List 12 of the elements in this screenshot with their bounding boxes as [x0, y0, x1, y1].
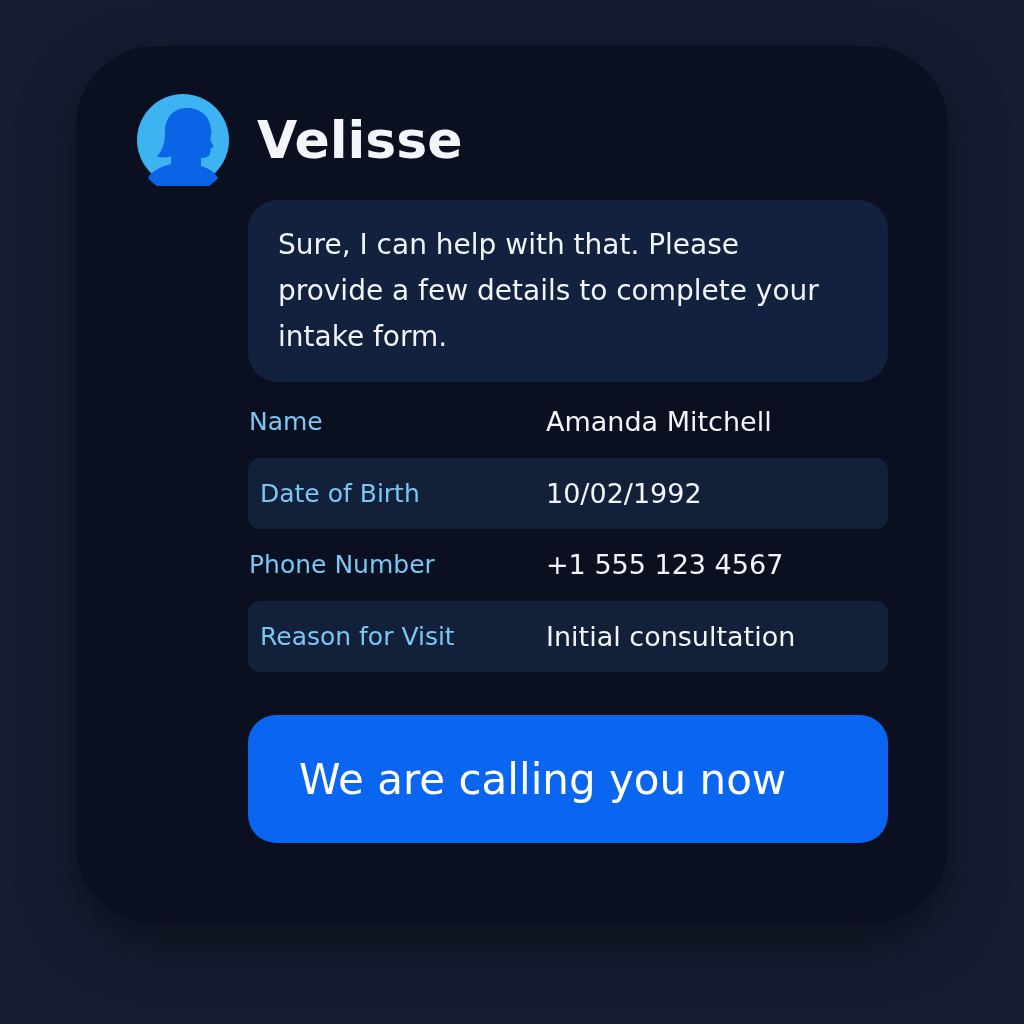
field-value: 10/02/1992	[546, 477, 703, 509]
field-label: Phone Number	[248, 550, 436, 580]
field-label: Date of Birth	[259, 478, 421, 508]
assistant-name: Velisse	[257, 114, 463, 166]
field-value: Amanda Mitchell	[546, 406, 773, 438]
field-label: Name	[248, 407, 324, 437]
field-value: +1 555 123 4567	[546, 549, 785, 581]
field-value: Initial consultation	[546, 620, 797, 652]
field-label: Reason for Visit	[259, 621, 456, 651]
avatar-icon	[137, 94, 229, 186]
calling-button[interactable]: We are calling you now	[248, 715, 888, 843]
chat-message: Sure, I can help with that. Please provide a few details to complete your intake form.	[248, 200, 888, 382]
